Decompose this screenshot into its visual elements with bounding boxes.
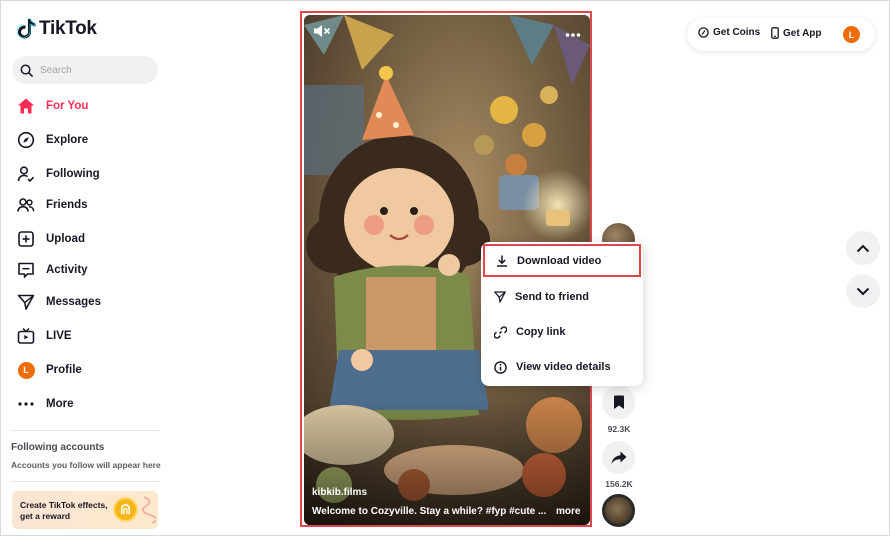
person-check-icon [17,165,35,183]
search-icon [20,64,33,77]
sidebar-item-more[interactable]: More [17,392,73,416]
get-app-label: Get App [783,27,822,39]
sidebar-item-label: Following [46,168,100,180]
tiktok-logo[interactable]: TikTok [17,18,97,40]
sidebar-divider [11,430,159,431]
menu-item-label: Download video [517,254,602,267]
search-input[interactable] [40,64,140,76]
tv-icon [17,327,35,345]
sidebar-item-for-you[interactable]: For You [17,94,88,118]
sidebar-item-label: For You [46,100,89,112]
decorative-squiggle-icon [142,496,156,524]
get-coins-button[interactable]: Get Coins [698,27,760,38]
sidebar-divider [11,481,159,482]
sidebar-item-label: Upload [46,233,85,245]
create-effects-banner[interactable]: Create TikTok effects, get a reward [12,491,158,529]
video-author[interactable]: kibkib.films [312,487,367,498]
following-accounts-title: Following accounts [11,442,105,453]
sidebar-item-upload[interactable]: Upload [17,227,85,251]
menu-item-label: Copy link [516,326,566,338]
search-bar[interactable] [12,56,158,84]
ellipsis-icon [565,33,581,37]
sidebar-item-profile[interactable]: L Profile [17,358,82,382]
paper-plane-icon [17,293,35,311]
sidebar-item-activity[interactable]: Activity [17,258,88,282]
share-count: 156.2K [605,479,633,489]
music-disc-avatar[interactable] [602,494,635,527]
paper-plane-icon [494,291,506,303]
home-icon [17,97,35,115]
chevron-up-icon [856,244,870,252]
download-icon [497,255,507,267]
avatar: L [17,361,35,379]
caption-more-link[interactable]: more [556,506,580,517]
compass-icon [17,131,35,149]
share-button[interactable] [602,441,635,474]
speaker-muted-icon [314,25,331,37]
sidebar-item-friends[interactable]: Friends [17,193,88,217]
reward-coin-icon [113,497,138,522]
profile-avatar-wrap: L [17,361,35,379]
tiktok-note-icon [17,18,36,39]
message-box-icon [17,261,35,279]
get-app-button[interactable]: Get App [771,27,822,39]
friends-icon [17,196,35,214]
sidebar-item-label: Profile [46,364,82,376]
info-icon [494,360,507,374]
sidebar-item-label: Activity [46,264,88,276]
chevron-down-icon [856,287,870,295]
sidebar-item-messages[interactable]: Messages [17,290,101,314]
sidebar-item-label: Messages [46,296,101,308]
menu-item-send-to-friend[interactable]: Send to friend [481,280,643,314]
link-icon [494,325,507,339]
bookmark-icon [613,395,624,409]
promo-line-1: Create TikTok effects, [20,500,108,510]
promo-text: Create TikTok effects, get a reward [20,500,108,522]
sidebar-item-explore[interactable]: Explore [17,128,88,152]
promo-line-2: get a reward [20,511,71,521]
menu-item-copy-link[interactable]: Copy link [481,315,643,349]
ellipsis-icon [17,395,35,413]
header-actions: Get Coins Get App L [687,18,875,51]
menu-item-label: Send to friend [515,291,589,303]
menu-item-view-video-details[interactable]: View video details [481,350,643,384]
get-coins-label: Get Coins [713,27,761,38]
sidebar-item-following[interactable]: Following [17,162,100,186]
following-accounts-subtitle: Accounts you follow will appear here [11,460,161,470]
video-context-menu: Download video Send to friend Copy link … [481,242,643,386]
sidebar-item-label: LIVE [46,330,72,342]
video-caption: Welcome to Cozyville. Stay a while? #fyp… [312,506,547,517]
video-options-button[interactable] [565,25,581,43]
previous-video-button[interactable] [846,231,880,265]
next-video-button[interactable] [846,274,880,308]
bookmark-button[interactable] [602,386,635,419]
bookmark-count: 92.3K [607,424,631,434]
tiktok-wordmark: TikTok [39,18,97,39]
menu-item-download-video[interactable]: Download video [483,244,641,277]
plus-square-icon [17,230,35,248]
sidebar-item-label: Explore [46,134,89,146]
tiktok-app: TikTok For You Explore Following [0,0,890,536]
sidebar-item-label: Friends [46,199,88,211]
coin-icon [698,27,709,38]
mute-button[interactable] [313,24,331,43]
menu-item-label: View video details [516,361,611,373]
share-arrow-icon [611,451,626,464]
sidebar-item-label: More [46,398,74,410]
avatar[interactable]: L [843,26,860,43]
phone-icon [771,27,779,39]
sidebar-item-live[interactable]: LIVE [17,324,72,348]
